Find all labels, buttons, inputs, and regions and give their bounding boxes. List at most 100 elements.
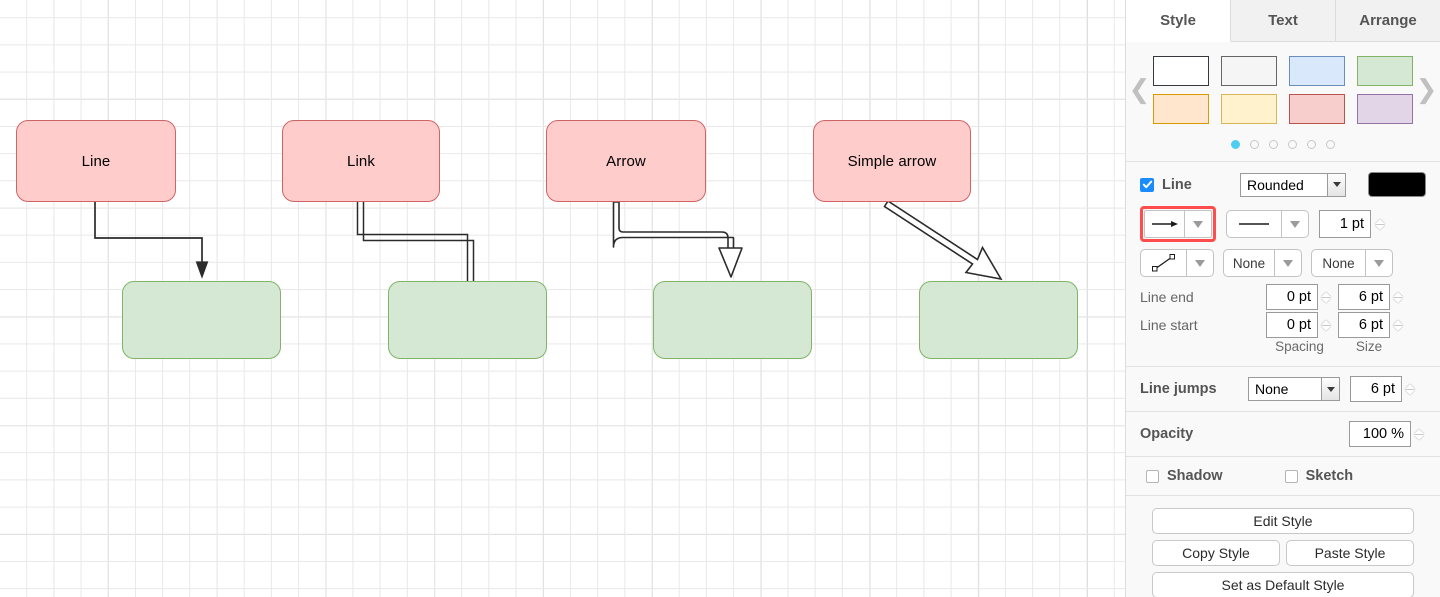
line-start-spacing-stepper[interactable] — [1318, 312, 1333, 338]
diagram-canvas[interactable]: Line Link Arrow Simple arrow — [0, 0, 1125, 597]
set-default-style-button[interactable]: Set as Default Style — [1152, 572, 1414, 597]
line-end-arrow-button[interactable] — [1144, 210, 1212, 238]
diagonal-line-waypoints-icon — [1141, 253, 1186, 273]
line-end-arrow-value: None — [1322, 255, 1355, 271]
arrow-connector[interactable] — [612, 201, 743, 278]
swatch-orange[interactable] — [1153, 94, 1209, 124]
swatch-purple[interactable] — [1357, 94, 1413, 124]
line-end-dropdown[interactable] — [1184, 211, 1211, 237]
line-end-row: 1 pt — [1140, 206, 1426, 242]
swatch-grid — [1153, 56, 1413, 124]
format-tabs: Style Text Arrange — [1126, 0, 1440, 42]
format-panel: Style Text Arrange ❮ ❯ Line Rounded 1 pt… — [1125, 0, 1440, 597]
swatch-yellow[interactable] — [1221, 94, 1277, 124]
line-end-caption: Line end — [1140, 289, 1194, 305]
line-start-size-value: 6 pt — [1358, 317, 1383, 333]
opacity-input: 100 % — [1349, 421, 1411, 447]
waypoint-style-button[interactable] — [1140, 249, 1214, 277]
node-simple-arrow-target[interactable] — [919, 281, 1078, 359]
swatch-green[interactable] — [1357, 56, 1413, 86]
edit-style-label: Edit Style — [1253, 513, 1313, 529]
line-jumps-value: None — [1255, 381, 1289, 397]
node-line-source[interactable]: Line — [16, 120, 176, 202]
sketch-checkbox[interactable] — [1284, 469, 1298, 483]
chevron-left-icon[interactable]: ❮ — [1126, 77, 1153, 103]
copy-style-label: Copy Style — [1182, 545, 1250, 561]
node-label: Line — [81, 152, 111, 170]
line-style-row: Line Rounded — [1140, 172, 1426, 197]
node-arrow-target[interactable] — [653, 281, 812, 359]
line-end-size-input: 6 pt — [1338, 284, 1390, 310]
line-pattern-button[interactable] — [1226, 210, 1309, 238]
opacity-stepper[interactable] — [1411, 421, 1426, 447]
line-start-arrow-dropdown[interactable] — [1274, 250, 1301, 276]
shadow-checkbox[interactable] — [1146, 469, 1159, 483]
page-dot-2[interactable] — [1250, 140, 1259, 149]
chevron-down-icon — [1327, 173, 1345, 196]
line-start-caption: Line start — [1140, 317, 1198, 333]
swatch-grey[interactable] — [1221, 56, 1277, 86]
line-start-arrow-button[interactable]: None — [1223, 249, 1302, 277]
page-dot-4[interactable] — [1288, 140, 1297, 149]
node-line-target[interactable] — [122, 281, 281, 359]
solid-line-icon — [1227, 220, 1281, 228]
tab-text[interactable]: Text — [1231, 0, 1336, 41]
style-actions-section: Edit Style Copy Style Paste Style Set as… — [1126, 496, 1440, 597]
tab-arrange[interactable]: Arrange — [1336, 0, 1440, 41]
swatch-white[interactable] — [1153, 56, 1209, 86]
swatch-red[interactable] — [1289, 94, 1345, 124]
line-start-arrow-value: None — [1232, 255, 1266, 271]
page-dot-6[interactable] — [1326, 140, 1335, 149]
line-start-size-input: 6 pt — [1338, 312, 1390, 338]
line-style-value: Rounded — [1247, 176, 1304, 193]
palette-page-dots — [1126, 130, 1440, 161]
line-section: Line Rounded 1 pt None None Line end 0 p… — [1126, 162, 1440, 367]
simple-arrow-connector[interactable] — [883, 199, 1003, 281]
line-end-spacing-stepper[interactable] — [1318, 284, 1333, 310]
waypoint-style-dropdown[interactable] — [1186, 250, 1213, 276]
line-jumps-select[interactable]: None — [1248, 377, 1340, 401]
link-connector[interactable] — [356, 202, 475, 282]
opacity-row: Opacity 100 % — [1126, 412, 1440, 456]
paste-style-button[interactable]: Paste Style — [1286, 540, 1414, 566]
line-end-arrow-type-dropdown[interactable] — [1365, 250, 1392, 276]
line-end-spacing-input: 0 pt — [1266, 284, 1318, 310]
shadow-label: Shadow — [1167, 468, 1223, 484]
line-start-size-stepper[interactable] — [1390, 312, 1405, 338]
node-link-source[interactable]: Link — [282, 120, 440, 202]
node-arrow-source[interactable]: Arrow — [546, 120, 706, 202]
page-dot-3[interactable] — [1269, 140, 1278, 149]
line-color-button[interactable] — [1368, 172, 1426, 197]
line-width-input: 1 pt — [1319, 210, 1371, 238]
swatch-blue[interactable] — [1289, 56, 1345, 86]
opacity-label: Opacity — [1140, 426, 1194, 442]
line-end-size-stepper[interactable] — [1390, 284, 1405, 310]
line-pattern-dropdown[interactable] — [1281, 211, 1308, 237]
opacity-section: Opacity 100 % — [1126, 412, 1440, 457]
tab-style[interactable]: Style — [1126, 0, 1231, 42]
page-dot-5[interactable] — [1307, 140, 1316, 149]
line-arrows-row: None None — [1140, 249, 1426, 277]
line-width-stepper[interactable] — [1372, 210, 1387, 238]
chevron-down-icon — [1321, 378, 1339, 400]
line-jumps-section: Line jumps None 6 pt — [1126, 367, 1440, 412]
line-jumps-size-stepper[interactable] — [1402, 376, 1417, 402]
effects-row: Shadow Sketch — [1126, 457, 1440, 495]
line-start-spacing-value: 0 pt — [1286, 317, 1311, 333]
paste-style-label: Paste Style — [1314, 545, 1386, 561]
line-start-values-row: Line start 0 pt 6 pt — [1140, 312, 1426, 338]
line-style-select[interactable]: Rounded — [1240, 172, 1346, 197]
chevron-right-icon[interactable]: ❯ — [1413, 77, 1440, 103]
set-default-style-label: Set as Default Style — [1221, 577, 1345, 593]
spacing-caption: Spacing — [1275, 339, 1324, 354]
page-dot-1[interactable] — [1231, 140, 1240, 149]
tab-text-label: Text — [1268, 12, 1298, 29]
edit-style-button[interactable]: Edit Style — [1152, 508, 1414, 534]
node-simple-arrow-source[interactable]: Simple arrow — [813, 120, 971, 202]
line-enabled-checkbox[interactable] — [1140, 177, 1154, 192]
palette-carousel: ❮ ❯ — [1126, 42, 1440, 130]
line-connector[interactable] — [94, 202, 209, 279]
copy-style-button[interactable]: Copy Style — [1152, 540, 1280, 566]
line-end-arrow-type-button[interactable]: None — [1311, 249, 1393, 277]
node-link-target[interactable] — [388, 281, 547, 359]
